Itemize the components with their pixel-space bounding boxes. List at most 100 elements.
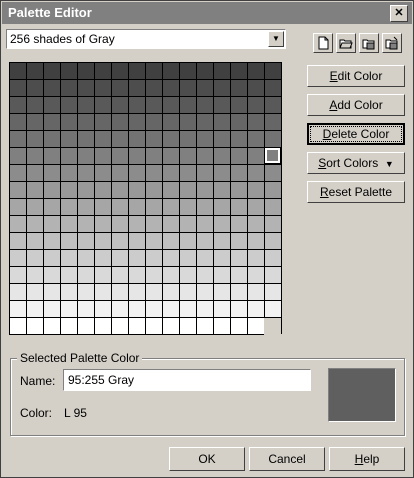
palette-cell[interactable] [94, 215, 111, 232]
palette-cell[interactable] [128, 164, 145, 181]
palette-cell[interactable] [77, 96, 94, 113]
palette-cell[interactable] [128, 198, 145, 215]
palette-cell[interactable] [179, 79, 196, 96]
palette-cell[interactable] [43, 130, 60, 147]
delete-color-button[interactable]: Delete Color [307, 123, 405, 145]
palette-cell[interactable] [230, 130, 247, 147]
palette-cell[interactable] [9, 113, 26, 130]
palette-cell[interactable] [179, 266, 196, 283]
palette-cell[interactable] [247, 181, 264, 198]
palette-cell[interactable] [94, 181, 111, 198]
palette-cell[interactable] [43, 232, 60, 249]
palette-cell[interactable] [264, 147, 281, 164]
palette-cell[interactable] [213, 232, 230, 249]
palette-cell[interactable] [230, 113, 247, 130]
name-field[interactable]: 95:255 Gray [63, 369, 311, 391]
palette-cell[interactable] [247, 96, 264, 113]
palette-cell[interactable] [145, 62, 162, 79]
palette-cell[interactable] [196, 130, 213, 147]
palette-cell[interactable] [230, 62, 247, 79]
palette-cell[interactable] [264, 181, 281, 198]
palette-cell[interactable] [213, 147, 230, 164]
palette-cell[interactable] [94, 232, 111, 249]
palette-cell[interactable] [264, 113, 281, 130]
palette-cell[interactable] [162, 232, 179, 249]
palette-cell[interactable] [162, 164, 179, 181]
palette-cell[interactable] [60, 300, 77, 317]
palette-cell[interactable] [145, 181, 162, 198]
palette-cell[interactable] [111, 113, 128, 130]
palette-cell[interactable] [196, 79, 213, 96]
palette-cell[interactable] [43, 215, 60, 232]
palette-cell[interactable] [26, 164, 43, 181]
palette-cell[interactable] [213, 215, 230, 232]
palette-cell[interactable] [60, 198, 77, 215]
palette-cell[interactable] [179, 300, 196, 317]
palette-cell[interactable] [9, 79, 26, 96]
save-as-palette-button[interactable] [382, 33, 402, 53]
palette-cell[interactable] [60, 215, 77, 232]
palette-cell[interactable] [230, 215, 247, 232]
add-color-button[interactable]: Add Color [307, 94, 405, 116]
palette-cell[interactable] [179, 317, 196, 334]
palette-cell[interactable] [128, 181, 145, 198]
palette-cell[interactable] [94, 96, 111, 113]
palette-cell[interactable] [247, 147, 264, 164]
palette-cell[interactable] [162, 96, 179, 113]
palette-cell[interactable] [213, 283, 230, 300]
palette-cell[interactable] [77, 62, 94, 79]
palette-cell[interactable] [60, 266, 77, 283]
palette-cell[interactable] [213, 266, 230, 283]
palette-cell[interactable] [264, 232, 281, 249]
palette-cell[interactable] [128, 317, 145, 334]
palette-cell[interactable] [43, 62, 60, 79]
palette-cell[interactable] [230, 232, 247, 249]
palette-cell[interactable] [247, 249, 264, 266]
palette-cell[interactable] [9, 62, 26, 79]
palette-cell[interactable] [77, 130, 94, 147]
palette-cell[interactable] [230, 266, 247, 283]
palette-cell[interactable] [230, 79, 247, 96]
palette-cell[interactable] [111, 96, 128, 113]
palette-cell[interactable] [213, 79, 230, 96]
palette-cell[interactable] [196, 181, 213, 198]
palette-cell[interactable] [213, 300, 230, 317]
palette-cell[interactable] [43, 113, 60, 130]
palette-cell[interactable] [128, 232, 145, 249]
palette-cell[interactable] [60, 130, 77, 147]
palette-cell[interactable] [179, 62, 196, 79]
palette-cell[interactable] [230, 164, 247, 181]
palette-cell[interactable] [145, 283, 162, 300]
palette-cell[interactable] [60, 113, 77, 130]
palette-cell[interactable] [213, 198, 230, 215]
palette-cell[interactable] [128, 215, 145, 232]
palette-cell[interactable] [9, 249, 26, 266]
palette-cell[interactable] [26, 266, 43, 283]
palette-cell[interactable] [264, 130, 281, 147]
palette-cell[interactable] [179, 96, 196, 113]
palette-cell[interactable] [111, 317, 128, 334]
palette-cell[interactable] [145, 130, 162, 147]
palette-cell[interactable] [145, 317, 162, 334]
palette-cell[interactable] [230, 317, 247, 334]
reset-palette-button[interactable]: Reset Palette [307, 181, 405, 203]
palette-cell[interactable] [26, 181, 43, 198]
palette-cell[interactable] [26, 300, 43, 317]
palette-cell[interactable] [9, 164, 26, 181]
palette-cell[interactable] [43, 317, 60, 334]
palette-cell[interactable] [230, 181, 247, 198]
palette-cell[interactable] [43, 300, 60, 317]
palette-cell[interactable] [213, 96, 230, 113]
palette-cell[interactable] [230, 300, 247, 317]
palette-cell[interactable] [128, 300, 145, 317]
palette-cell[interactable] [162, 198, 179, 215]
palette-cell[interactable] [9, 232, 26, 249]
palette-grid[interactable] [9, 62, 282, 334]
palette-cell[interactable] [213, 130, 230, 147]
palette-cell[interactable] [128, 249, 145, 266]
palette-cell[interactable] [43, 79, 60, 96]
palette-cell[interactable] [196, 266, 213, 283]
palette-cell[interactable] [196, 317, 213, 334]
palette-cell[interactable] [94, 113, 111, 130]
palette-cell[interactable] [162, 79, 179, 96]
